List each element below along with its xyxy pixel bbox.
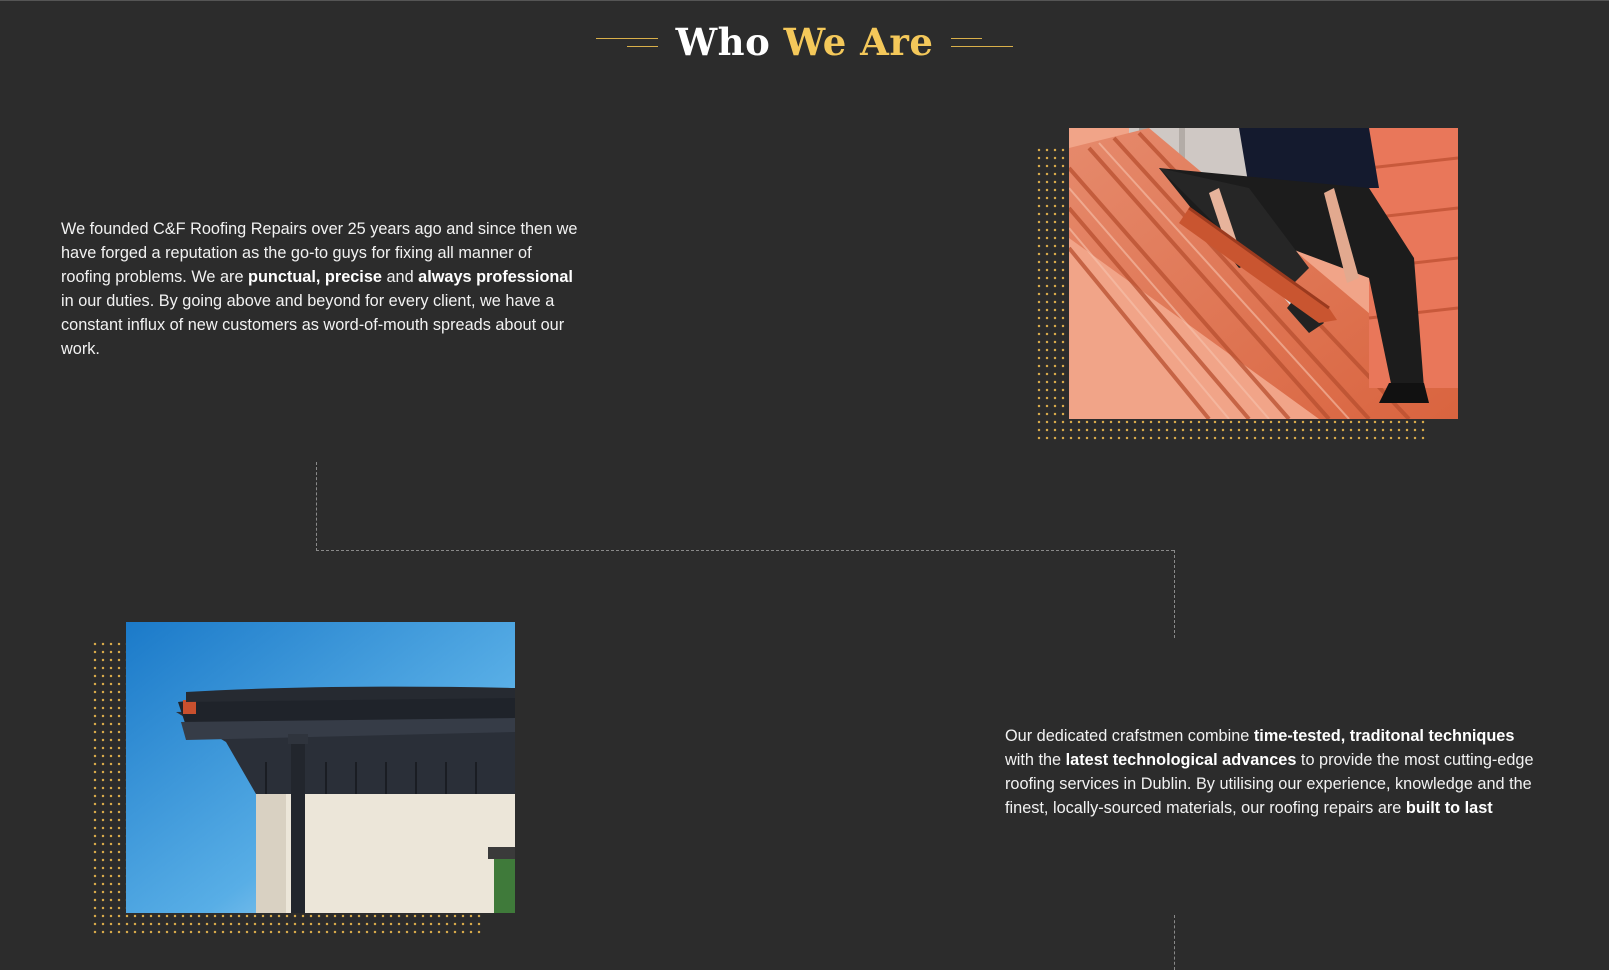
about-paragraph-2: Our dedicated crafstmen combine time-tes…	[1005, 724, 1535, 820]
house-eave-gutter-image	[126, 622, 515, 913]
emphasis-text: always professional	[418, 268, 573, 287]
connector-line	[316, 462, 317, 551]
house-eave-photo	[126, 622, 515, 913]
body-text: Our dedicated crafstmen combine	[1005, 727, 1254, 746]
roofer-photo	[1069, 128, 1458, 419]
emphasis-text: built to last	[1405, 799, 1493, 818]
emphasis-text: time-tested, traditonal techniques	[1253, 727, 1515, 746]
body-text: in our duties. By going above and beyond…	[61, 292, 565, 359]
heading-decoration-left	[595, 35, 658, 49]
section-heading: Who We Are	[0, 18, 1609, 66]
heading-decoration-right	[951, 35, 1014, 49]
title-part-2: We Are	[783, 20, 934, 64]
top-divider	[0, 0, 1609, 1]
emphasis-text: latest technological advances	[1065, 751, 1297, 770]
roofer-installing-tiles-image	[1069, 128, 1458, 419]
about-paragraph-1: We founded C&F Roofing Repairs over 25 y…	[61, 217, 581, 361]
body-text: and	[381, 268, 419, 287]
connector-line	[316, 550, 1174, 551]
emphasis-text: punctual, precise	[248, 268, 382, 287]
connector-line	[1174, 915, 1175, 970]
title-part-1: Who	[675, 20, 771, 64]
section-title: Who We Are	[676, 18, 934, 66]
body-text: with the	[1005, 751, 1066, 770]
connector-line	[1174, 550, 1175, 638]
